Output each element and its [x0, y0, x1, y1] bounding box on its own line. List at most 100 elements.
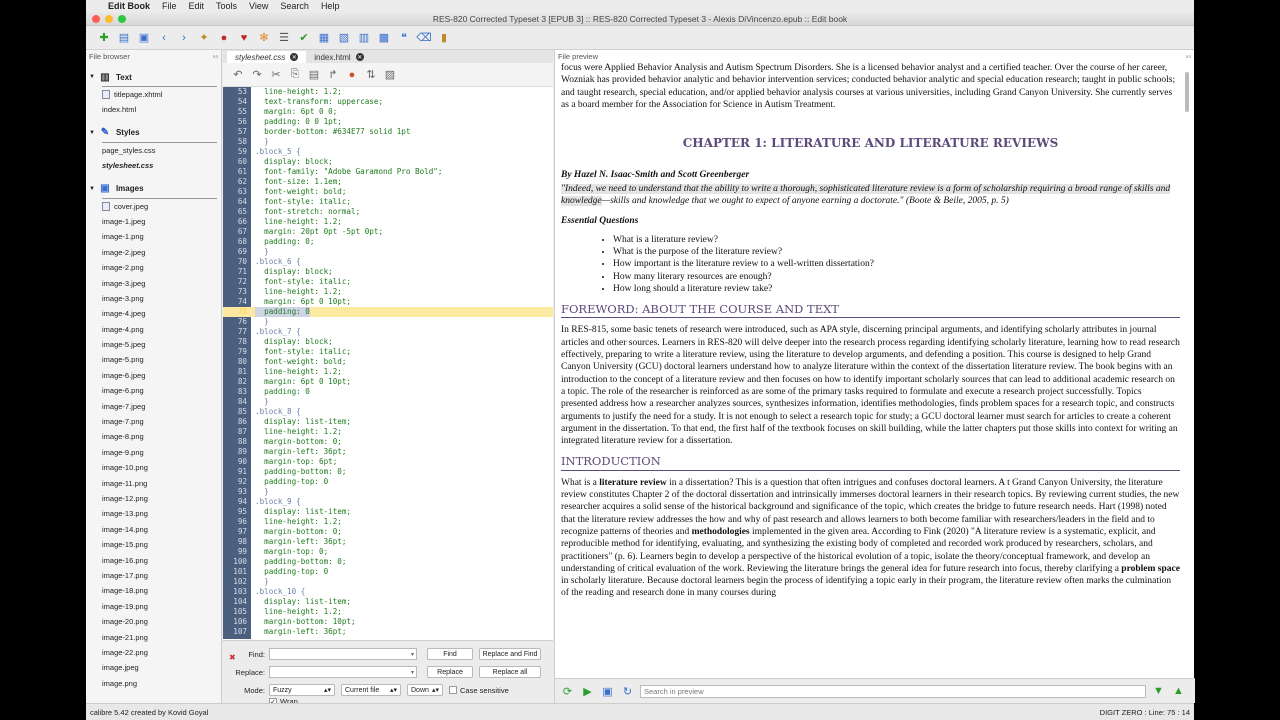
code-line[interactable]: 89 margin-left: 36pt;	[223, 447, 553, 457]
section-styles[interactable]: ▼ ✎ Styles	[86, 124, 221, 142]
heart-icon[interactable]: ♥	[236, 30, 252, 46]
tab-stylesheet-css[interactable]: stylesheet.css ✕	[227, 51, 307, 63]
code-line[interactable]: 98 margin-left: 36pt;	[223, 537, 553, 547]
code-line[interactable]: 55 margin: 6pt 0 0;	[223, 107, 553, 117]
stats-icon[interactable]: ▮	[436, 30, 452, 46]
file-item[interactable]: image-17.png	[86, 568, 221, 583]
file-item[interactable]: image-8.png	[86, 429, 221, 444]
code-line[interactable]: 77 .block_7 {	[223, 327, 553, 337]
replace-all-button[interactable]: Replace all	[479, 666, 541, 678]
find-input[interactable]: ▾	[269, 648, 417, 660]
code-line[interactable]: 59 .block_5 {	[223, 147, 553, 157]
code-line[interactable]: 93 }	[223, 487, 553, 497]
expand-arrow-icon[interactable]: ▼	[89, 130, 95, 136]
code-line[interactable]: 72 font-style: italic;	[223, 277, 553, 287]
cut-icon[interactable]: ✂	[269, 68, 283, 82]
code-line[interactable]: 99 margin-top: 0;	[223, 547, 553, 557]
file-item[interactable]: image-2.png	[86, 260, 221, 275]
sort-css-icon[interactable]: ⇅	[364, 68, 378, 82]
insert-image-icon[interactable]: ▦	[316, 30, 332, 46]
file-item[interactable]: image-7.png	[86, 414, 221, 429]
menu-edit[interactable]: Edit	[189, 1, 205, 11]
color-picker-icon[interactable]: ●	[345, 68, 359, 82]
panel-float-close-icon[interactable]: ▫▫	[1186, 52, 1191, 61]
replace-button[interactable]: Replace	[427, 666, 473, 678]
previous-match-icon[interactable]: ▲	[1171, 684, 1186, 699]
spellcheck-icon[interactable]: ▧	[336, 30, 352, 46]
case-sensitive-checkbox[interactable]	[449, 686, 457, 694]
code-line[interactable]: 67 margin: 20pt 0pt -5pt 0pt;	[223, 227, 553, 237]
edit-toc-icon[interactable]: ▥	[356, 30, 372, 46]
file-item[interactable]: image.png	[86, 676, 221, 691]
code-line[interactable]: 63 font-weight: bold;	[223, 187, 553, 197]
code-line[interactable]: 70 .block_6 {	[223, 257, 553, 267]
toc-icon[interactable]: ☰	[276, 30, 292, 46]
file-item[interactable]: image-16.png	[86, 553, 221, 568]
file-item[interactable]: image-2.jpeg	[86, 245, 221, 260]
code-line[interactable]: 85 .block_8 {	[223, 407, 553, 417]
file-item[interactable]: image-3.jpeg	[86, 276, 221, 291]
code-line[interactable]: 53 line-height: 1.2;	[223, 87, 553, 97]
sync-forward-icon[interactable]: ▶	[580, 684, 595, 699]
insert-image-editor-icon[interactable]: ▨	[383, 68, 397, 82]
code-line[interactable]: 83 padding: 0	[223, 387, 553, 397]
file-item[interactable]: image-19.png	[86, 599, 221, 614]
mode-select[interactable]: Fuzzy ▴▾	[269, 684, 335, 696]
code-line[interactable]: 106 margin-bottom: 10pt;	[223, 617, 553, 627]
file-item[interactable]: titlepage.xhtml	[86, 87, 221, 102]
code-line[interactable]: 65 font-stretch: normal;	[223, 207, 553, 217]
quotes-icon[interactable]: ❝	[396, 30, 412, 46]
code-line[interactable]: 64 font-style: italic;	[223, 197, 553, 207]
code-line[interactable]: 105 line-height: 1.2;	[223, 607, 553, 617]
copy-icon[interactable]: ⎘	[288, 68, 302, 82]
redo-icon[interactable]: ↷	[250, 68, 264, 82]
panel-float-close-icon[interactable]: ▫▫	[213, 52, 218, 61]
file-item[interactable]: image-14.png	[86, 522, 221, 537]
file-item[interactable]: image.jpeg	[86, 660, 221, 675]
code-line[interactable]: 96 line-height: 1.2;	[223, 517, 553, 527]
code-line[interactable]: 80 font-weight: bold;	[223, 357, 553, 367]
code-line[interactable]: 102 }	[223, 577, 553, 587]
file-item[interactable]: image-3.png	[86, 291, 221, 306]
code-line[interactable]: 88 margin-bottom: 0;	[223, 437, 553, 447]
code-line[interactable]: 84 }	[223, 397, 553, 407]
code-line[interactable]: 66 line-height: 1.2;	[223, 217, 553, 227]
file-item[interactable]: image-20.png	[86, 614, 221, 629]
direction-select[interactable]: Down ▴▾	[407, 684, 443, 696]
code-line[interactable]: 90 margin-top: 6pt;	[223, 457, 553, 467]
file-item[interactable]: image-6.png	[86, 383, 221, 398]
app-menu[interactable]: Edit Book	[108, 1, 150, 11]
file-item[interactable]: image-4.jpeg	[86, 306, 221, 321]
code-line[interactable]: 103 .block_10 {	[223, 587, 553, 597]
code-line[interactable]: 97 margin-bottom: 0;	[223, 527, 553, 537]
code-line[interactable]: 60 display: block;	[223, 157, 553, 167]
close-tab-icon[interactable]: ✕	[290, 53, 299, 61]
file-item[interactable]: image-15.png	[86, 537, 221, 552]
code-line[interactable]: 68 padding: 0;	[223, 237, 553, 247]
back-icon[interactable]: ‹	[156, 30, 172, 46]
metadata-icon[interactable]: ▩	[376, 30, 392, 46]
code-line[interactable]: 92 padding-top: 0	[223, 477, 553, 487]
paste-icon[interactable]: ▤	[307, 68, 321, 82]
expand-arrow-icon[interactable]: ▼	[89, 186, 95, 192]
code-line[interactable]: 73 line-height: 1.2;	[223, 287, 553, 297]
forward-icon[interactable]: ›	[176, 30, 192, 46]
file-item[interactable]: image-9.png	[86, 445, 221, 460]
code-line[interactable]: 69 }	[223, 247, 553, 257]
file-item[interactable]: index.html	[86, 102, 221, 117]
file-item[interactable]: image-18.png	[86, 583, 221, 598]
code-line[interactable]: 54 text-transform: uppercase;	[223, 97, 553, 107]
code-line[interactable]: 75 padding: 0	[223, 307, 553, 317]
file-item[interactable]: image-11.png	[86, 476, 221, 491]
code-line[interactable]: 94 .block_9 {	[223, 497, 553, 507]
preview-scrollbar[interactable]	[1184, 62, 1190, 678]
code-line[interactable]: 62 font-size: 1.1em;	[223, 177, 553, 187]
code-line[interactable]: 91 padding-bottom: 0;	[223, 467, 553, 477]
code-line[interactable]: 56 padding: 0 0 1pt;	[223, 117, 553, 127]
check-book-bug-icon[interactable]: ●	[216, 30, 232, 46]
code-line[interactable]: 101 padding-top: 0	[223, 567, 553, 577]
file-item[interactable]: image-12.png	[86, 491, 221, 506]
code-line[interactable]: 95 display: list-item;	[223, 507, 553, 517]
insert-tag-icon[interactable]: ↱	[326, 68, 340, 82]
replace-input[interactable]: ▾	[269, 666, 417, 678]
